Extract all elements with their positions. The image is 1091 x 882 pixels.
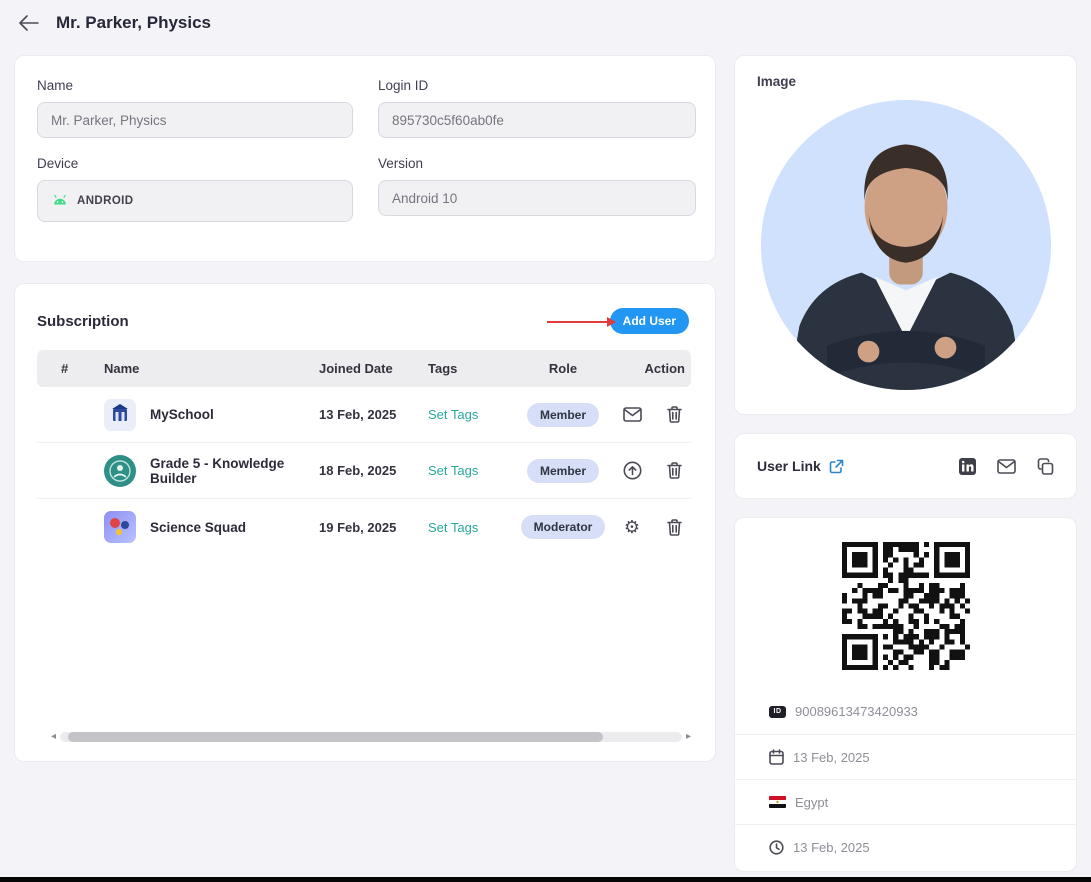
user-avatar xyxy=(758,97,1054,398)
external-link-icon[interactable] xyxy=(828,457,846,475)
page-title: Mr. Parker, Physics xyxy=(56,13,211,32)
scrollbar-thumb[interactable] xyxy=(68,732,603,742)
user-link-card: User Link xyxy=(734,433,1077,499)
qr-code xyxy=(839,540,972,677)
bottom-bar xyxy=(0,877,1091,882)
info-card: ID 90089613473420933 13 Feb, 2025 Egypt … xyxy=(734,517,1077,872)
scroll-right-icon[interactable]: ▸ xyxy=(686,732,691,742)
device-label: Device xyxy=(37,156,79,171)
subscription-card: Subscription Add User # Name Joined Date… xyxy=(14,283,716,762)
annotation-red-arrow xyxy=(547,315,617,333)
group-avatar xyxy=(104,511,136,543)
profile-card: Name Login ID Device ANDROID xyxy=(14,55,716,262)
delete-icon[interactable] xyxy=(663,460,685,482)
login-field-group: Login ID xyxy=(378,78,696,138)
name-label: Name xyxy=(37,78,74,93)
joined-date: 13 Feb, 2025 xyxy=(319,407,397,422)
header-action: Action xyxy=(644,361,685,376)
device-value: ANDROID xyxy=(77,195,134,207)
version-field-group: Version xyxy=(378,156,696,222)
upload-circle-icon[interactable] xyxy=(621,460,643,482)
mail-icon[interactable] xyxy=(621,404,643,426)
add-user-button[interactable]: Add User xyxy=(609,308,689,334)
scroll-left-icon[interactable]: ◂ xyxy=(51,732,56,742)
group-name: Grade 5 - Knowledge Builder xyxy=(150,455,285,486)
country-row: Egypt xyxy=(735,779,1076,824)
subscription-table: # Name Joined Date Tags Role Action MySc… xyxy=(37,350,691,555)
table-row: MySchool 13 Feb, 2025 Set Tags Member xyxy=(37,387,691,443)
country-value: Egypt xyxy=(795,794,829,810)
device-field-group: Device ANDROID xyxy=(37,156,353,222)
calendar-icon xyxy=(769,749,784,765)
group-avatar xyxy=(104,454,136,487)
name-field-group: Name xyxy=(37,78,353,138)
group-avatar xyxy=(104,398,136,431)
table-header-row: # Name Joined Date Tags Role Action xyxy=(37,350,691,387)
user-id-row: ID 90089613473420933 xyxy=(735,689,1076,734)
role-badge: Member xyxy=(526,458,599,483)
header-number: # xyxy=(61,361,69,376)
subscription-title: Subscription xyxy=(37,312,129,330)
set-tags-link[interactable]: Set Tags xyxy=(428,520,478,535)
login-id-input[interactable] xyxy=(378,102,696,138)
joined-date: 18 Feb, 2025 xyxy=(319,463,397,478)
back-arrow-icon[interactable] xyxy=(16,10,42,36)
header-tags: Tags xyxy=(428,361,458,376)
image-card: Image xyxy=(734,55,1077,415)
joined-date-value: 13 Feb, 2025 xyxy=(793,749,870,765)
header-role: Role xyxy=(548,361,578,376)
copy-icon[interactable] xyxy=(1034,455,1056,477)
settings-icon[interactable]: ⚙ xyxy=(621,516,643,538)
version-label: Version xyxy=(378,156,424,171)
image-label: Image xyxy=(757,74,797,89)
last-seen-value: 13 Feb, 2025 xyxy=(793,839,870,855)
user-id-value: 90089613473420933 xyxy=(795,704,918,719)
scrollbar-track[interactable] xyxy=(60,732,682,742)
table-row: Science Squad 19 Feb, 2025 Set Tags Mode… xyxy=(37,499,691,555)
role-badge: Member xyxy=(526,402,599,427)
name-input[interactable] xyxy=(37,102,353,138)
mail-icon[interactable] xyxy=(995,455,1017,477)
android-icon xyxy=(51,194,69,208)
group-name: MySchool xyxy=(150,407,214,422)
page-header: Mr. Parker, Physics xyxy=(16,8,211,38)
egypt-flag-icon xyxy=(769,796,786,808)
clock-icon xyxy=(769,839,784,855)
header-name: Name xyxy=(104,361,140,376)
delete-icon[interactable] xyxy=(663,404,685,426)
linkedin-icon[interactable] xyxy=(956,455,978,477)
login-id-label: Login ID xyxy=(378,78,429,93)
id-badge-icon: ID xyxy=(769,705,786,718)
joined-date: 19 Feb, 2025 xyxy=(319,519,397,535)
delete-icon[interactable] xyxy=(663,516,685,538)
last-seen-row: 13 Feb, 2025 xyxy=(735,824,1076,869)
header-joined-date: Joined Date xyxy=(319,361,393,376)
version-input[interactable] xyxy=(378,180,696,216)
group-name: Science Squad xyxy=(150,519,247,535)
set-tags-link[interactable]: Set Tags xyxy=(428,463,478,478)
device-value-box: ANDROID xyxy=(37,180,353,222)
role-badge: Moderator xyxy=(520,515,606,539)
user-link-label: User Link xyxy=(757,458,821,474)
horizontal-scrollbar: ◂ ▸ xyxy=(51,731,691,743)
joined-date-row: 13 Feb, 2025 xyxy=(735,734,1076,779)
set-tags-link[interactable]: Set Tags xyxy=(428,407,478,422)
table-row: Grade 5 - Knowledge Builder 18 Feb, 2025… xyxy=(37,443,691,499)
